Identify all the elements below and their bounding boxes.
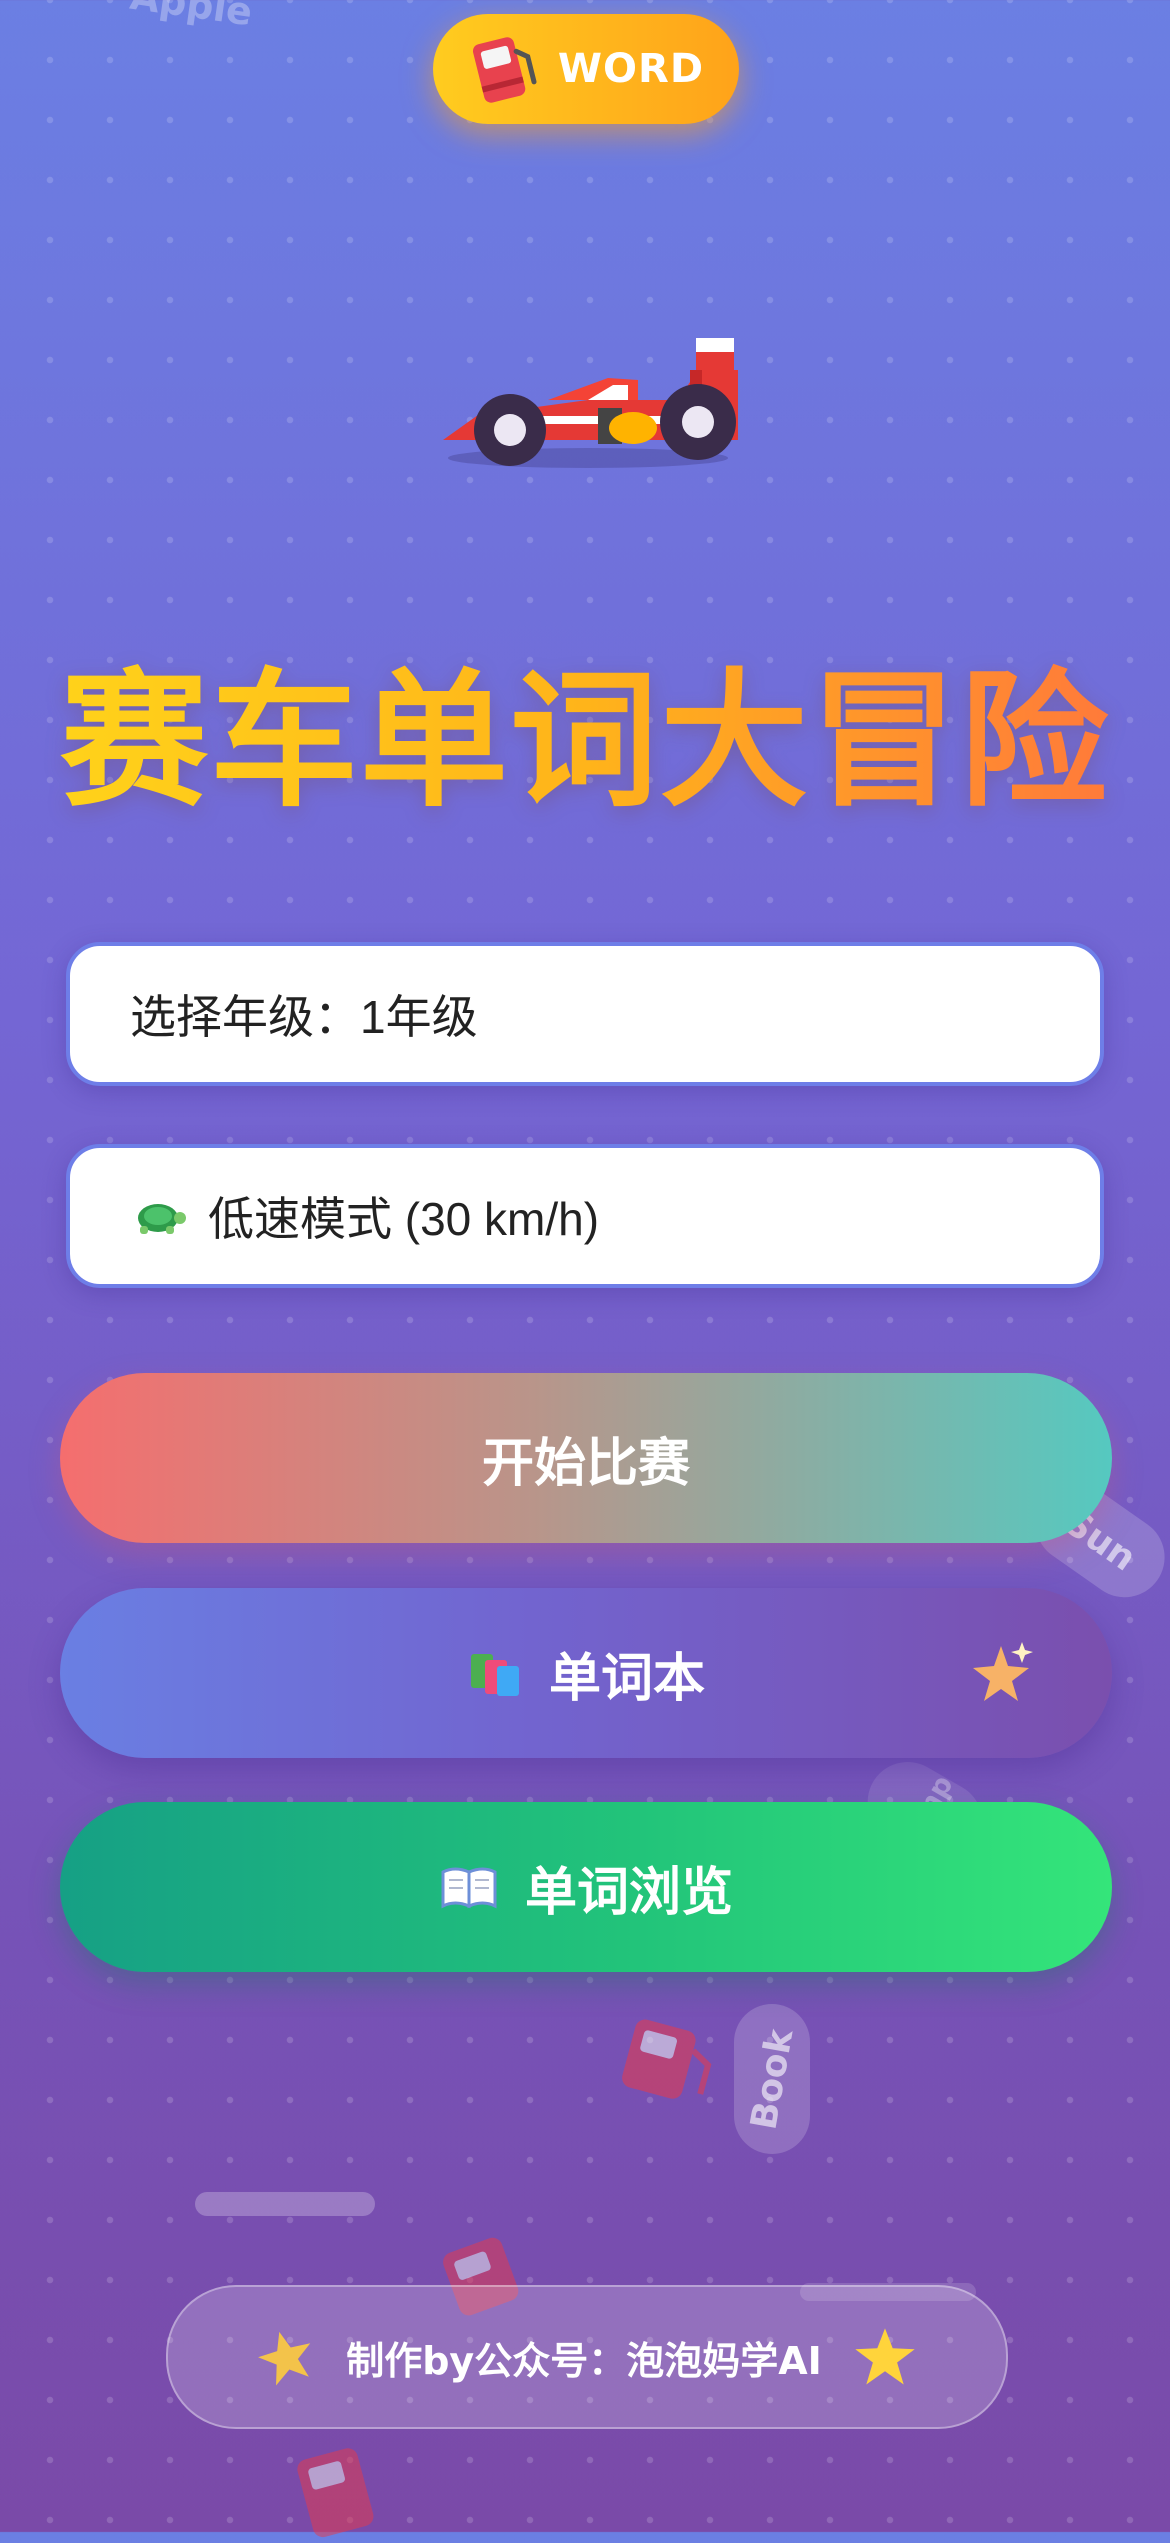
- speed-select[interactable]: 低速模式 (30 km/h): [66, 1144, 1104, 1288]
- bg-word-book-label: Book: [743, 2025, 801, 2133]
- wordbook-label: 单词本: [548, 1648, 705, 1709]
- grade-select[interactable]: 选择年级：1年级: [66, 942, 1104, 1086]
- word-badge[interactable]: WORD: [433, 14, 739, 124]
- start-race-label: 开始比赛: [481, 1433, 690, 1494]
- start-race-button[interactable]: 开始比赛: [60, 1373, 1112, 1543]
- grade-select-value: 选择年级：1年级: [130, 991, 478, 1043]
- word-browse-label: 单词浏览: [524, 1862, 733, 1923]
- books-icon: [470, 1654, 519, 1696]
- star-icon: [855, 2328, 915, 2385]
- page-title-text: 赛车单词大冒险: [60, 655, 1110, 827]
- badge-label: WORD: [557, 46, 705, 92]
- wordbook-button[interactable]: 单词本: [60, 1588, 1112, 1758]
- footer-text: 制作by公众号：泡泡妈学AI: [346, 2338, 822, 2383]
- star-icon: [258, 2331, 311, 2386]
- word-browse-button[interactable]: 单词浏览: [60, 1802, 1112, 1972]
- footer-credit: 制作by公众号：泡泡妈学AI: [166, 2285, 1008, 2429]
- fuel-pump-icon: [472, 37, 537, 103]
- turtle-icon: [138, 1204, 186, 1234]
- bg-bar: [195, 2192, 375, 2216]
- open-book-icon: [441, 1867, 497, 1909]
- bg-word-book: Book: [734, 2004, 810, 2154]
- race-car-icon: [438, 330, 738, 470]
- sparkle-star-icon: [973, 1642, 1033, 1701]
- speed-select-value: 低速模式 (30 km/h): [208, 1193, 600, 1245]
- page-title: 赛车单词大冒险: [0, 620, 1170, 835]
